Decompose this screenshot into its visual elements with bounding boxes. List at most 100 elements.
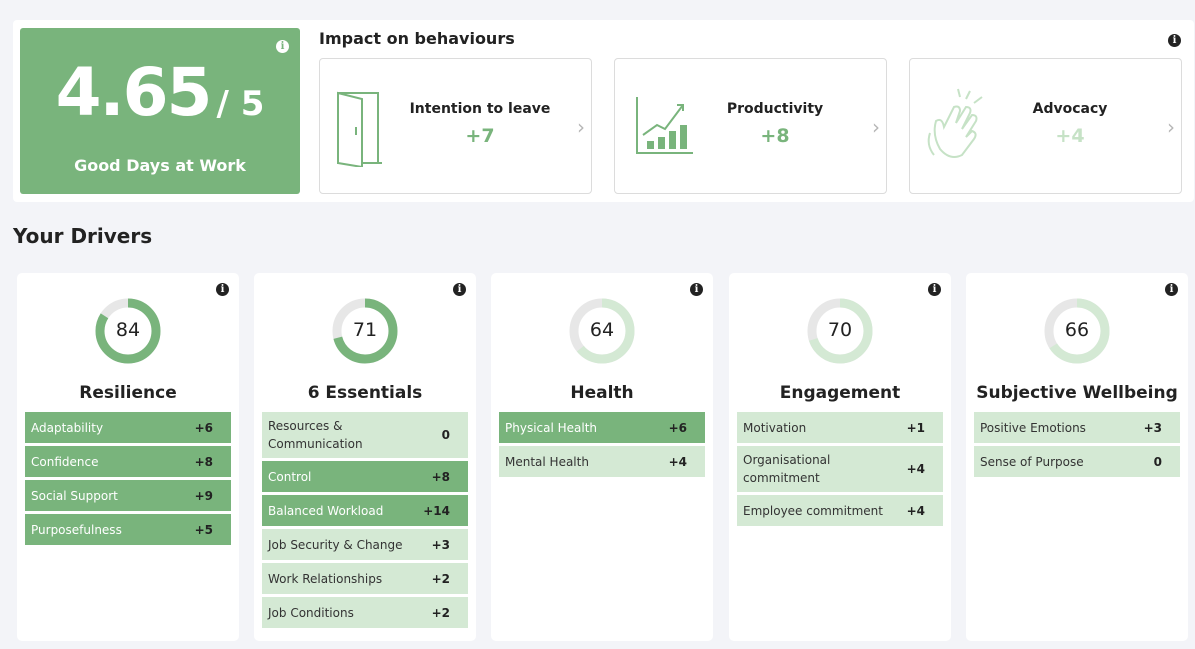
driver-row-value: 0: [441, 428, 450, 442]
driver-row-value: +9: [194, 488, 213, 503]
driver-info-icon[interactable]: i: [928, 283, 941, 296]
driver-row[interactable]: Positive Emotions +3: [974, 412, 1180, 443]
score-max: / 5: [216, 84, 265, 124]
driver-row[interactable]: Work Relationships +2: [262, 563, 468, 594]
impact-value: +8: [760, 125, 790, 147]
driver-row-value: +8: [194, 454, 213, 469]
driver-row[interactable]: Purposefulness +5: [25, 514, 231, 545]
driver-name: Engagement: [779, 383, 901, 403]
chevron-right-icon: ›: [872, 115, 880, 139]
driver-row-value: +5: [194, 522, 213, 537]
driver-row-value: +6: [194, 420, 213, 435]
impact-name: Intention to leave: [409, 101, 551, 117]
door-icon: [332, 87, 402, 169]
driver-row-label: Purposefulness: [31, 522, 122, 537]
driver-row-label: Adaptability: [31, 420, 104, 435]
driver-name: Health: [570, 383, 634, 403]
driver-row[interactable]: Organisational commitment +4: [737, 446, 943, 492]
driver-card-subjective-wellbeing: i 66 Subjective Wellbeing Positive Emotions…: [966, 273, 1188, 641]
impact-title: Impact on behaviours: [319, 29, 515, 48]
driver-row-label: Mental Health: [505, 454, 589, 469]
driver-row[interactable]: Adaptability +6: [25, 412, 231, 443]
score-value: 4.65: [55, 54, 213, 131]
driver-row-value: +3: [431, 537, 450, 552]
driver-row-label: Confidence: [31, 454, 99, 469]
driver-name: 6 Essentials: [307, 383, 423, 403]
driver-rows: Physical Health +6 Mental Health +4: [499, 412, 705, 480]
good-days-score-card: i 4.65/ 5 Good Days at Work: [20, 28, 300, 194]
impact-info-icon[interactable]: i: [1168, 34, 1181, 47]
impact-value: +7: [465, 125, 495, 147]
driver-score-value: 70: [827, 319, 853, 341]
driver-score-value: 64: [589, 319, 615, 341]
driver-row[interactable]: Balanced Workload +14: [262, 495, 468, 526]
impact-name: Productivity: [726, 101, 824, 117]
driver-info-icon[interactable]: i: [453, 283, 466, 296]
driver-row[interactable]: Job Conditions +2: [262, 597, 468, 628]
driver-row[interactable]: Resources & Communication 0: [262, 412, 468, 458]
driver-row-label: Employee commitment: [743, 503, 883, 518]
driver-rows: Motivation +1 Organisational commitment +4 E…: [737, 412, 943, 529]
impact-panel: i 4.65/ 5 Good Days at Work Impact on be…: [13, 20, 1194, 202]
impact-value: +4: [1055, 125, 1085, 147]
driver-row[interactable]: Confidence +8: [25, 446, 231, 477]
driver-row[interactable]: Employee commitment +4: [737, 495, 943, 526]
driver-name: Resilience: [79, 383, 177, 403]
driver-row[interactable]: Social Support +9: [25, 480, 231, 511]
clapping-hands-icon: [922, 87, 992, 167]
driver-row-value: +3: [1143, 420, 1162, 435]
driver-row[interactable]: Sense of Purpose 0: [974, 446, 1180, 477]
driver-card-6-essentials: i 71 6 Essentials Resources & Communication…: [254, 273, 476, 641]
driver-row-label: Motivation: [743, 420, 807, 435]
driver-row-label: Physical Health: [505, 420, 598, 435]
driver-score-donut: 84: [94, 297, 162, 365]
driver-row[interactable]: Motivation +1: [737, 412, 943, 443]
driver-score-value: 66: [1064, 319, 1090, 341]
driver-row-label: Social Support: [31, 488, 118, 503]
driver-rows: Adaptability +6 Confidence +8 Social Support…: [25, 412, 231, 548]
driver-score-value: 71: [352, 319, 378, 341]
growth-chart-icon: [627, 87, 697, 167]
driver-row-label: Balanced Workload: [268, 503, 384, 518]
score-caption: Good Days at Work: [74, 156, 246, 175]
driver-score-donut: 71: [331, 297, 399, 365]
driver-row-value: +4: [906, 503, 925, 518]
driver-card-resilience: i 84 Resilience Adaptability +6 Confidence +8 S…: [17, 273, 239, 641]
driver-row-value: +2: [431, 605, 450, 620]
driver-rows: Positive Emotions +3 Sense of Purpose 0: [974, 412, 1180, 480]
driver-row-label: Positive Emotions: [980, 420, 1086, 435]
driver-row-label: Work Relationships: [268, 571, 383, 586]
driver-score-donut: 66: [1043, 297, 1111, 365]
driver-row-value: 0: [1153, 454, 1162, 469]
driver-row-value: +14: [423, 503, 450, 518]
chevron-right-icon: ›: [1167, 115, 1175, 139]
driver-row[interactable]: Job Security & Change +3: [262, 529, 468, 560]
impact-card-intention-to-leave[interactable]: Intention to leave +7 ›: [319, 58, 592, 194]
driver-score-value: 84: [115, 319, 141, 341]
impact-card-advocacy[interactable]: Advocacy +4 ›: [909, 58, 1182, 194]
driver-row-label: Job Conditions: [268, 605, 354, 620]
driver-row-value: +2: [431, 571, 450, 586]
driver-row-label: Organisational commitment: [743, 453, 831, 485]
drivers-title: Your Drivers: [13, 224, 153, 248]
driver-card-engagement: i 70 Engagement Motivation +1 Organisational …: [729, 273, 951, 641]
driver-card-health: i 64 Health Physical Health +6 Mental Health +…: [491, 273, 713, 641]
driver-row-label: Control: [268, 469, 312, 484]
score-display: 4.65/ 5: [20, 54, 300, 131]
driver-row-label: Job Security & Change: [268, 537, 403, 552]
score-info-icon[interactable]: i: [276, 40, 289, 53]
driver-info-icon[interactable]: i: [690, 283, 703, 296]
driver-row[interactable]: Control +8: [262, 461, 468, 492]
driver-row-label: Resources & Communication: [268, 419, 363, 451]
driver-name: Subjective Wellbeing: [976, 383, 1178, 403]
driver-row[interactable]: Physical Health +6: [499, 412, 705, 443]
driver-row-value: +1: [906, 420, 925, 435]
driver-info-icon[interactable]: i: [216, 283, 229, 296]
driver-row[interactable]: Mental Health +4: [499, 446, 705, 477]
driver-rows: Resources & Communication 0 Control +8 Balan…: [262, 412, 468, 631]
impact-card-productivity[interactable]: Productivity +8 ›: [614, 58, 887, 194]
driver-row-value: +6: [668, 420, 687, 435]
driver-row-value: +4: [906, 462, 925, 476]
driver-info-icon[interactable]: i: [1165, 283, 1178, 296]
driver-row-value: +4: [668, 454, 687, 469]
